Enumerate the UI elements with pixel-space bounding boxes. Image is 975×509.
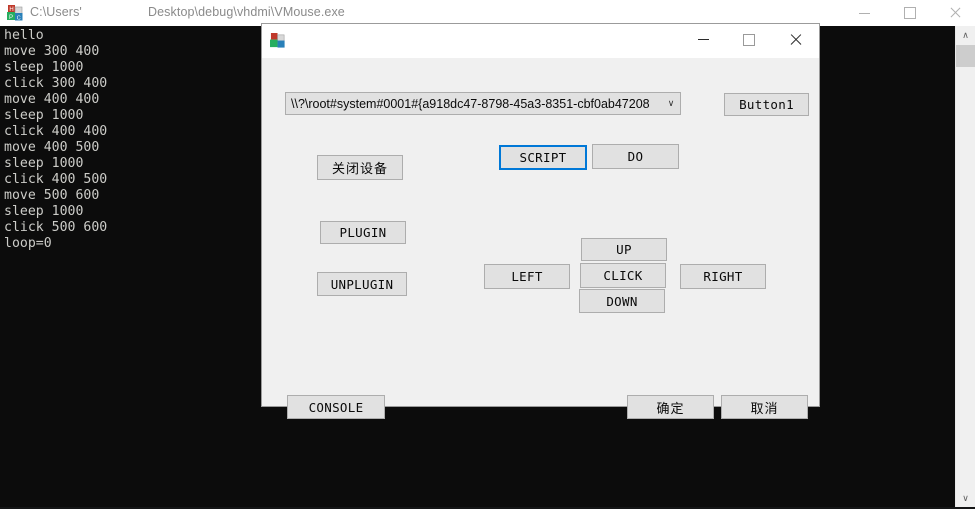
dialog-close-button[interactable] (772, 24, 818, 55)
button1-button[interactable]: Button1 (724, 93, 809, 116)
ok-button[interactable]: 确定 (627, 395, 714, 419)
down-button[interactable]: DOWN (579, 289, 665, 313)
maximize-icon (743, 33, 755, 46)
app-blocks-icon (270, 33, 286, 49)
console-vertical-scrollbar[interactable]: ∧ ∨ (955, 26, 975, 507)
dialog-minimize-button[interactable] (680, 24, 726, 55)
minimize-icon (697, 39, 709, 40)
close-icon (949, 7, 961, 19)
right-button[interactable]: RIGHT (680, 264, 766, 289)
plugin-button[interactable]: PLUGIN (320, 221, 406, 244)
left-button[interactable]: LEFT (484, 264, 570, 289)
close-icon (789, 33, 802, 46)
up-button[interactable]: UP (581, 238, 667, 261)
scroll-down-arrow-icon[interactable]: ∨ (956, 489, 975, 507)
console-title-path: Desktop\debug\vhdmi\VMouse.exe (148, 5, 345, 19)
script-button[interactable]: SCRIPT (499, 145, 587, 170)
device-path-combobox[interactable]: \\?\root#system#0001#{a918dc47-8798-45a3… (285, 92, 681, 115)
cancel-button[interactable]: 取消 (721, 395, 808, 419)
close-device-button[interactable]: 关闭设备 (317, 155, 403, 180)
dialog-titlebar[interactable] (262, 24, 819, 58)
vmouse-dialog: \\?\root#system#0001#{a918dc47-8798-45a3… (261, 23, 820, 419)
device-path-value: \\?\root#system#0001#{a918dc47-8798-45a3… (291, 96, 650, 111)
dialog-maximize-button[interactable] (726, 24, 772, 55)
console-close-button[interactable] (932, 0, 975, 26)
screen: H P C C:\Users' Desktop\debug\vhdmi\VMou… (0, 0, 975, 509)
maximize-icon (903, 7, 916, 19)
console-minimize-button[interactable] (842, 0, 887, 26)
svg-text:P: P (9, 15, 13, 21)
console-maximize-button[interactable] (887, 0, 932, 26)
console-button[interactable]: CONSOLE (287, 395, 385, 419)
app-blocks-icon: H P C (7, 5, 24, 22)
minimize-icon (859, 12, 870, 14)
chevron-down-icon[interactable]: ∨ (662, 98, 680, 109)
do-button[interactable]: DO (592, 144, 679, 169)
scroll-up-arrow-icon[interactable]: ∧ (956, 26, 975, 44)
scrollbar-thumb[interactable] (956, 45, 975, 67)
click-button[interactable]: CLICK (580, 263, 666, 288)
console-title-user: C:\Users' (30, 5, 82, 19)
svg-text:C: C (17, 16, 21, 22)
dialog-client-area: \\?\root#system#0001#{a918dc47-8798-45a3… (262, 58, 819, 419)
unplugin-button[interactable]: UNPLUGIN (317, 272, 407, 296)
